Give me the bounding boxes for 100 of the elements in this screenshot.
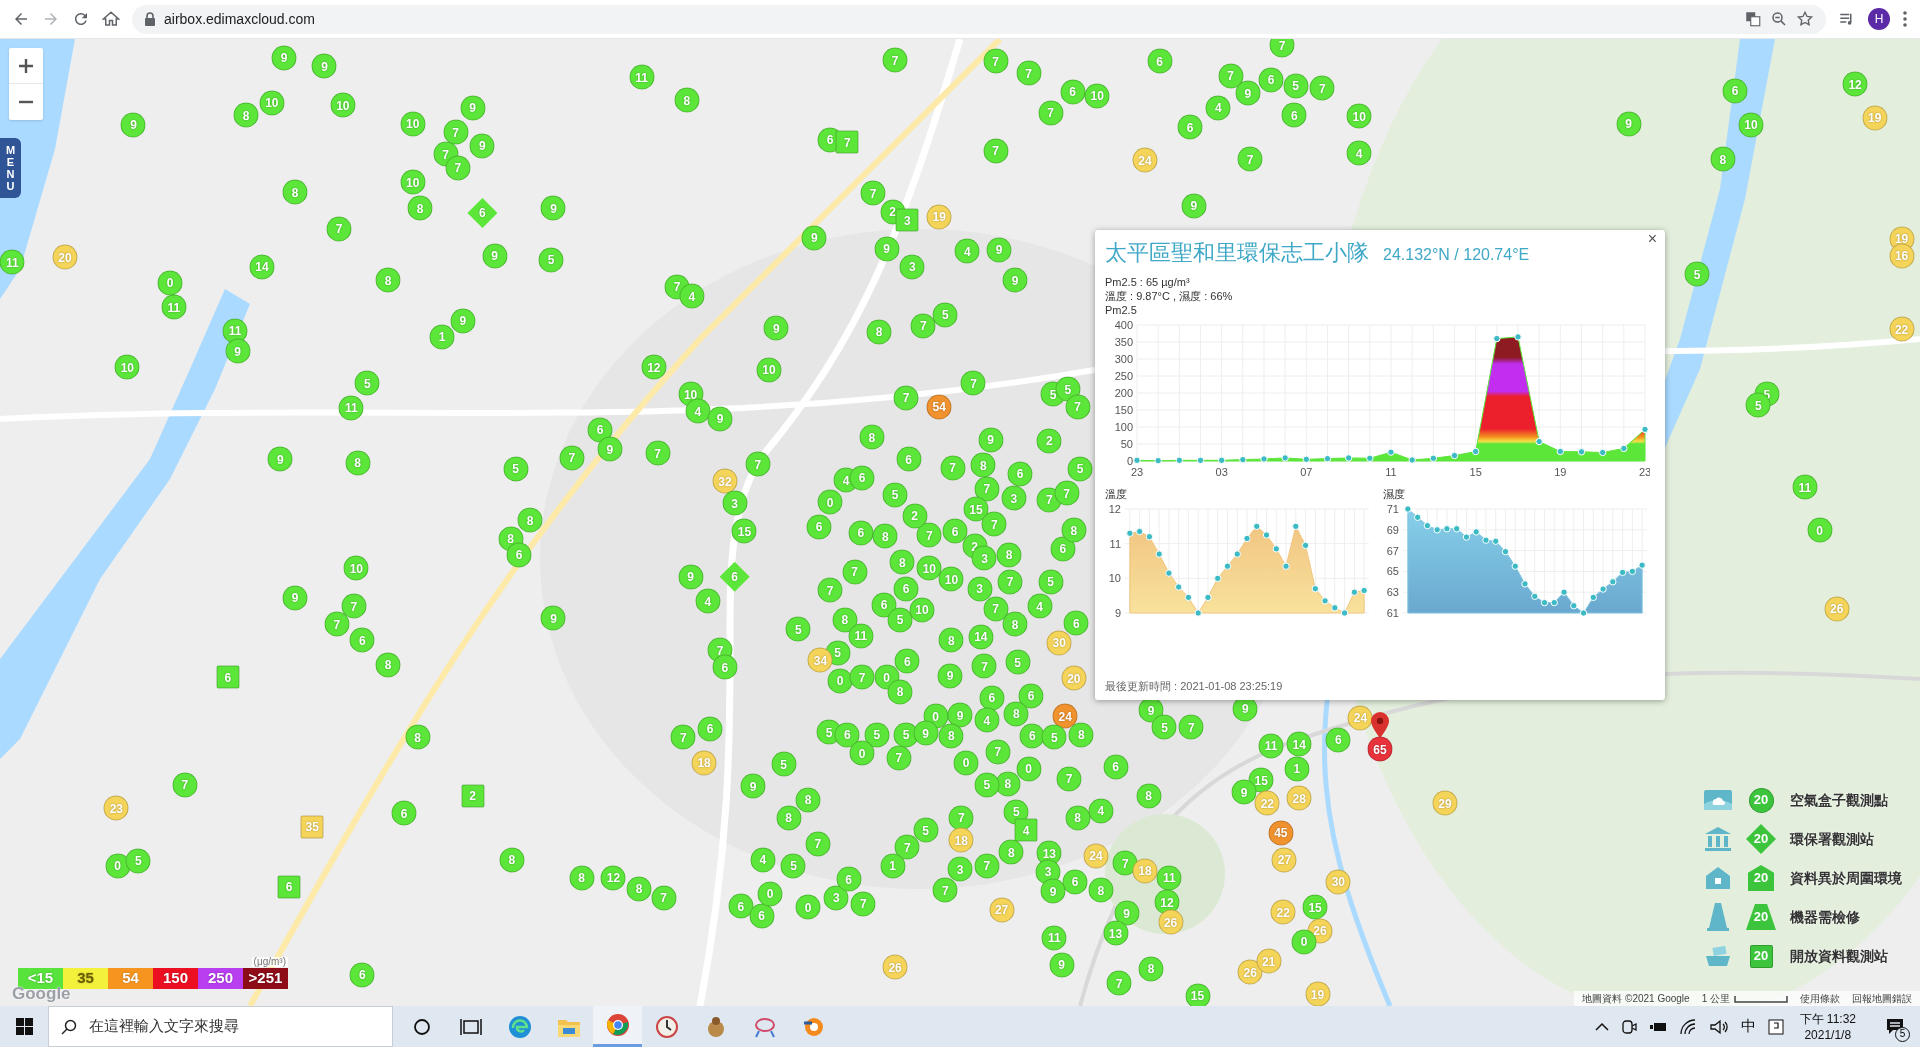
data-point: [1175, 582, 1183, 591]
data-point: [1217, 456, 1226, 464]
windows-logo-icon: [15, 1018, 33, 1035]
chart-title: 溫度: [1105, 487, 1128, 502]
data-point: [1301, 541, 1310, 549]
address-bar[interactable]: airbox.edimaxcloud.com: [132, 4, 1826, 34]
meet-icon[interactable]: [1620, 1018, 1637, 1035]
chevron-up-icon[interactable]: [1594, 1021, 1609, 1032]
data-point: [1493, 334, 1501, 343]
legend-label: 開放資料觀測站: [1790, 946, 1888, 966]
close-button[interactable]: ×: [1647, 231, 1657, 247]
data-point: [1281, 454, 1289, 462]
data-point: [1233, 549, 1241, 558]
clock[interactable]: 下午 11:32 2021/1/8: [1795, 1010, 1860, 1043]
map-marker[interactable]: 7: [835, 130, 859, 154]
data-point: [1514, 333, 1522, 341]
data-point: [1408, 456, 1416, 464]
aqi-swatch: 35: [63, 968, 108, 989]
minus-icon: [18, 100, 34, 104]
scale-label: 1 公里: [1701, 992, 1730, 1006]
url-text: airbox.edimaxcloud.com: [164, 9, 315, 29]
tablet-mode-icon[interactable]: [1767, 1018, 1784, 1035]
axis-tick-label: 65: [1386, 564, 1399, 577]
map-marker[interactable]: 35: [300, 815, 324, 838]
data-point: [1641, 425, 1649, 434]
zoom-icon[interactable]: [1770, 10, 1788, 28]
browser-icon[interactable]: [507, 1014, 532, 1039]
map-marker[interactable]: 4: [1014, 818, 1038, 842]
star-icon[interactable]: [1796, 10, 1814, 28]
axis-tick-label: 50: [1120, 438, 1133, 450]
clock-icon[interactable]: [654, 1014, 679, 1039]
report-link[interactable]: 回報地圖錯誤: [1852, 991, 1912, 1006]
axis-tick-label: 300: [1114, 353, 1133, 365]
map-marker[interactable]: 3: [895, 208, 919, 232]
data-point: [1556, 447, 1565, 456]
boat-icon: [1703, 944, 1733, 968]
pm25-reading: Pm2.5 : 65 µg/m³: [1105, 275, 1191, 289]
data-point: [1223, 562, 1232, 570]
map-marker[interactable]: 6: [216, 665, 240, 689]
data-point: [1589, 593, 1597, 601]
axis-tick-label: 19: [1554, 466, 1567, 478]
search-field[interactable]: 在這裡輸入文字來搜尋: [89, 1015, 380, 1038]
cloud-box-icon: [1703, 788, 1733, 812]
aqi-swatch: 54: [108, 968, 153, 989]
reload-icon[interactable]: [72, 10, 90, 28]
data-point: [1243, 534, 1251, 542]
map-marker[interactable]: 2: [461, 784, 485, 808]
data-point: [1340, 608, 1349, 617]
profile-avatar[interactable]: H: [1868, 8, 1890, 30]
station-title: 太平區聖和里環保志工小隊: [1105, 239, 1369, 267]
chart-title: 濕度: [1383, 487, 1406, 502]
data-point: [1521, 579, 1529, 588]
legend-label: 機器需檢修: [1790, 907, 1860, 927]
data-point: [1482, 536, 1490, 544]
task-view-icon[interactable]: [459, 1016, 482, 1037]
axis-tick-label: 0: [1126, 455, 1133, 467]
scale-bar-icon: [1734, 994, 1788, 1003]
more-icon[interactable]: [1902, 10, 1908, 28]
search-box[interactable]: 在這裡輸入文字來搜尋: [48, 1006, 393, 1047]
data-point: [1620, 444, 1628, 453]
last-updated-text: 最後更新時間 : 2021-01-08 23:25:19: [1105, 678, 1284, 694]
data-point: [1184, 593, 1193, 601]
unit-label: (μg/m³): [251, 957, 288, 967]
chart-title: Pm2.5: [1105, 303, 1138, 317]
data-point: [1214, 574, 1222, 582]
data-point: [1443, 524, 1451, 532]
data-point: [1492, 537, 1500, 545]
ime-indicator[interactable]: 中: [1740, 1015, 1756, 1038]
data-point: [1535, 437, 1543, 446]
data-point: [1321, 596, 1329, 605]
notification-button[interactable]: 5: [1880, 1011, 1910, 1042]
axis-tick-label: 03: [1215, 466, 1228, 478]
axis-tick-label: 200: [1114, 387, 1133, 399]
translate-icon[interactable]: [1744, 10, 1762, 28]
data-point: [1239, 455, 1247, 464]
map-marker[interactable]: 6: [277, 875, 301, 898]
data-point: [1387, 448, 1395, 456]
chrome-icon[interactable]: [605, 1013, 630, 1037]
data-point: [1598, 448, 1607, 457]
data-point: [1471, 447, 1480, 456]
axis-tick-label: 23: [1130, 466, 1144, 478]
circle-icon[interactable]: [411, 1016, 432, 1037]
wifi-icon[interactable]: [1678, 1018, 1697, 1035]
axis-tick-label: 11: [1385, 466, 1397, 478]
home-icon[interactable]: [102, 10, 120, 28]
data-point: [1366, 454, 1374, 462]
data-point: [1154, 456, 1162, 465]
data-point: [1272, 544, 1280, 553]
data-point: [1175, 456, 1184, 464]
menu-tab[interactable]: MENU: [0, 138, 21, 199]
data-point: [1311, 584, 1319, 592]
terms-link[interactable]: 使用條款: [1800, 991, 1840, 1006]
house-icon: [1705, 866, 1731, 890]
axis-tick-label: 150: [1114, 404, 1133, 416]
volume-icon[interactable]: [1708, 1018, 1729, 1035]
axis-tick-label: 100: [1114, 421, 1133, 433]
legend-label: 環保署觀測站: [1790, 829, 1874, 849]
axis-tick-label: 15: [1469, 466, 1482, 478]
axis-tick-label: 10: [1108, 571, 1121, 584]
power-icon[interactable]: [1648, 1020, 1667, 1033]
